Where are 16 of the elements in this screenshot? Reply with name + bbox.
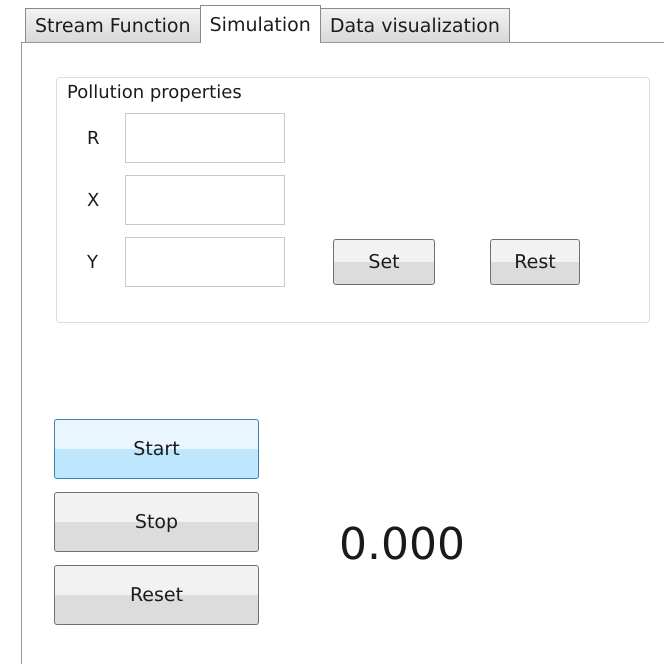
tab[interactable]: Stream Function bbox=[25, 8, 201, 42]
input-field[interactable] bbox=[125, 175, 285, 225]
set-button[interactable]: Set bbox=[333, 239, 435, 285]
control-button[interactable]: Stop bbox=[54, 492, 259, 552]
control-button[interactable]: Reset bbox=[54, 565, 259, 625]
rest-button[interactable]: Rest bbox=[490, 239, 580, 285]
field-label: R bbox=[86, 128, 101, 148]
tab[interactable]: Simulation bbox=[200, 5, 321, 43]
input-field[interactable] bbox=[125, 237, 285, 287]
group-title: Pollution properties bbox=[67, 82, 243, 103]
input-field[interactable] bbox=[125, 113, 285, 163]
field-label: Y bbox=[86, 252, 99, 272]
field-label: X bbox=[86, 190, 100, 210]
reading-value: 0.000 bbox=[339, 518, 465, 570]
tab[interactable]: Data visualization bbox=[320, 8, 510, 42]
control-button[interactable]: Start bbox=[54, 419, 259, 479]
